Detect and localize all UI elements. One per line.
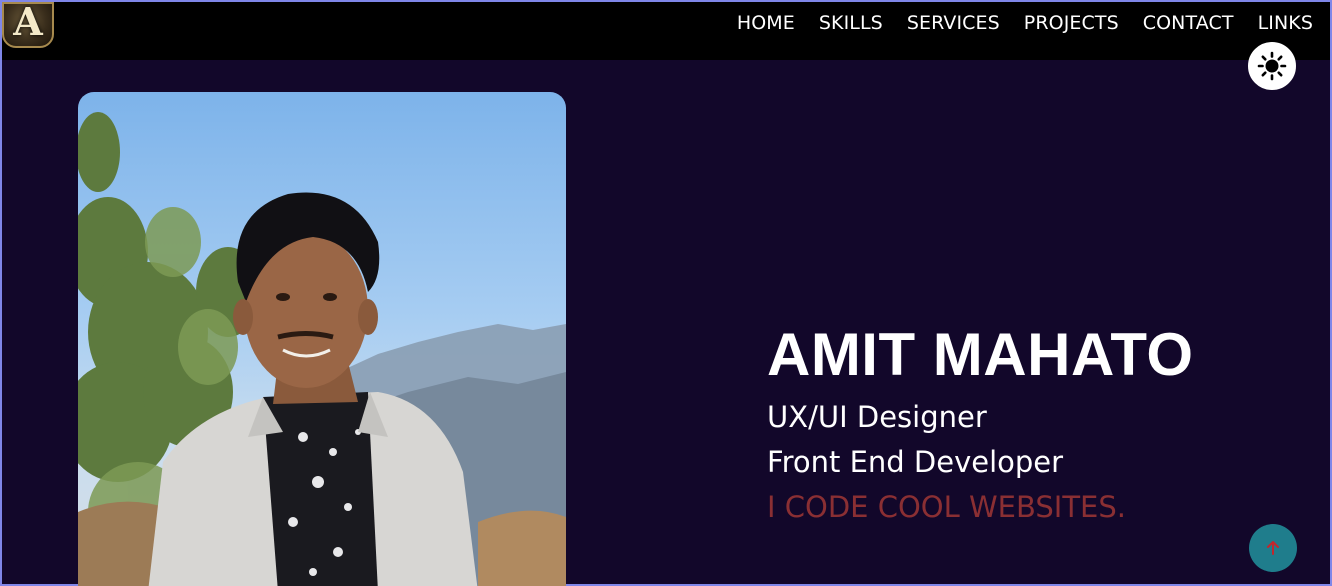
hero-role-developer: Front End Developer: [767, 445, 1064, 479]
profile-photo: [78, 92, 566, 586]
logo-letter: A: [13, 2, 43, 44]
nav-link-contact[interactable]: CONTACT: [1143, 8, 1234, 38]
profile-photo-illustration: [78, 112, 566, 586]
nav-link-services[interactable]: SERVICES: [907, 8, 1000, 38]
sun-icon: [1257, 51, 1287, 81]
nav-link-home[interactable]: HOME: [737, 8, 795, 38]
arrow-up-icon: [1267, 541, 1279, 555]
site-logo[interactable]: A: [2, 2, 54, 48]
nav-link-projects[interactable]: PROJECTS: [1024, 8, 1119, 38]
hero-name: AMIT MAHATO: [767, 321, 1194, 388]
theme-toggle-button[interactable]: [1248, 42, 1296, 90]
navbar: A HOME SKILLS SERVICES PROJECTS CONTACT …: [2, 2, 1330, 60]
nav-link-skills[interactable]: SKILLS: [819, 8, 883, 38]
nav-menu: HOME SKILLS SERVICES PROJECTS CONTACT LI…: [737, 8, 1313, 38]
scroll-to-top-button[interactable]: [1249, 524, 1297, 572]
hero-tagline: I CODE COOL WEBSITES.: [767, 490, 1127, 524]
nav-link-links[interactable]: LINKS: [1258, 8, 1313, 38]
hero-role-designer: UX/UI Designer: [767, 400, 987, 434]
